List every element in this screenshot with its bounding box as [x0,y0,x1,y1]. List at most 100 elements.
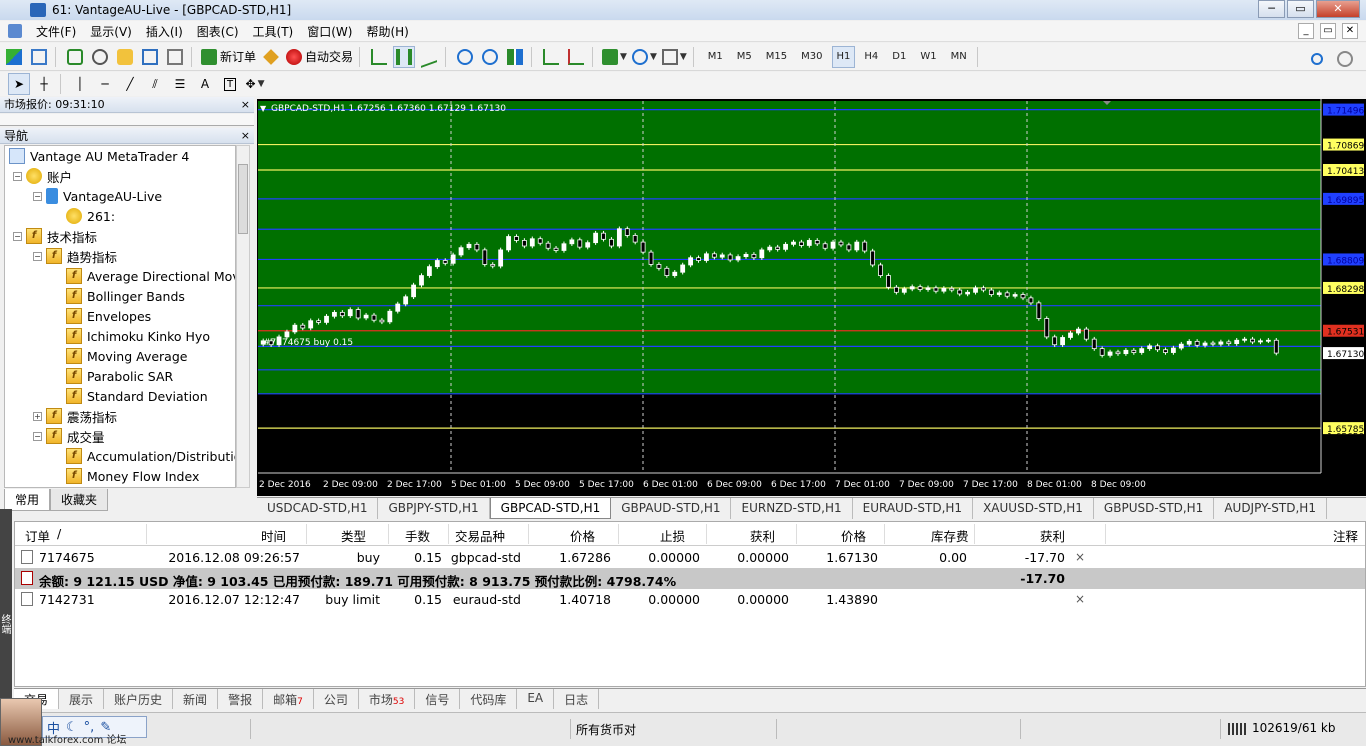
tile-windows-button[interactable] [504,46,526,68]
data-window-button[interactable] [89,46,111,68]
terminal-tab[interactable]: 展示 [59,689,105,709]
metaeditor-button[interactable] [260,46,282,68]
menu-charts[interactable]: 图表(C) [197,23,239,40]
arrows-tool[interactable]: ✥ ▼ [244,73,266,95]
zoom-in-button[interactable] [454,46,476,68]
connection-status[interactable]: 102619/61 kb [1228,721,1336,735]
timeframe-h1[interactable]: H1 [831,45,856,68]
timeframe-d1[interactable]: D1 [887,46,911,68]
menu-tools[interactable]: 工具(T) [253,23,294,40]
tab-favorites[interactable]: 收藏夹 [50,489,109,511]
menu-view[interactable]: 显示(V) [90,23,132,40]
navigator-item[interactable]: − 账户 [13,166,72,186]
terminal-tab[interactable]: 日志 [554,689,600,709]
order-row[interactable]: 7142731 2016.12.07 12:12:47 buy limit 0.15 e… [15,589,1365,610]
collapse-icon[interactable]: − [13,171,22,181]
new-chart-button[interactable] [3,46,25,68]
column-header[interactable]: 获利 [1040,526,1065,545]
collapse-icon[interactable]: − [33,191,42,201]
menu-insert[interactable]: 插入(I) [146,23,183,40]
terminal-tab[interactable]: 市场53 [359,689,416,709]
menu-file[interactable]: 文件(F) [36,23,76,40]
chart-canvas[interactable]: GBPCAD-STD,H1 1.67256 1.67360 1.67129 1.… [257,99,1366,496]
market-watch-button[interactable] [64,46,86,68]
auto-trading-button[interactable]: 自动交易 [285,46,354,68]
templates-button[interactable]: ▼ [661,46,688,68]
timeframe-m5[interactable]: M5 [732,46,757,68]
text-tool[interactable]: A [194,73,216,95]
profiles-button[interactable] [28,46,50,68]
tab-common[interactable]: 常用 [4,489,51,511]
column-header[interactable]: / [57,526,61,541]
terminal-tab[interactable]: 公司 [314,689,359,709]
navigator-item[interactable]: f Average Directional Movement Index [53,266,235,286]
navigator-item[interactable]: − f 趋势指标 [33,246,117,266]
vertical-line-tool[interactable]: │ [69,73,91,95]
mdi-close-button[interactable]: ✕ [1342,23,1358,39]
terminal-tab[interactable]: EA [517,689,555,709]
bar-chart-button[interactable] [368,46,390,68]
chart-tab[interactable]: USDCAD-STD,H1 [257,498,379,519]
zoom-out-button[interactable] [479,46,501,68]
navigator-item[interactable]: − f 技术指标 [13,226,97,246]
column-header[interactable]: 止损 [660,526,685,545]
chart-tab[interactable]: GBPUSD-STD,H1 [1094,498,1215,519]
timeframe-h4[interactable]: H4 [859,46,883,68]
terminal-tab[interactable]: 新闻 [173,689,219,709]
timeframe-w1[interactable]: W1 [915,46,941,68]
profile-status[interactable]: 所有货币对 [576,721,636,738]
column-header[interactable]: 价格 [570,526,595,545]
navigator-item[interactable]: − f 成交量 [33,426,105,446]
indicators-button[interactable]: ▼ [601,46,628,68]
column-header[interactable]: 获利 [750,526,775,545]
navigator-scrollbar[interactable] [236,145,250,488]
chart-tab[interactable]: GBPJPY-STD,H1 [378,498,490,519]
menu-window[interactable]: 窗口(W) [307,23,352,40]
timeframe-m15[interactable]: M15 [761,46,792,68]
chart-tab[interactable]: XAUUSD-STD,H1 [973,498,1094,519]
navigator-item[interactable]: f Envelopes [53,306,151,326]
navigator-item[interactable]: f Ichimoku Kinko Hyo [53,326,210,346]
navigator-item[interactable]: f Accumulation/Distribution [53,446,235,466]
navigator-close-button[interactable]: × [241,128,250,144]
navigator-item[interactable]: − VantageAU-Live [33,186,162,206]
navigator-item[interactable]: f Standard Deviation [53,386,208,406]
market-watch-tabs[interactable] [0,114,254,126]
navigator-item[interactable]: Vantage AU MetaTrader 4 [9,146,189,166]
chat-button[interactable] [1334,48,1356,70]
order-row[interactable]: 7174675 2016.12.08 09:26:57 buy 0.15 gbpcad-… [15,547,1365,568]
column-header[interactable]: 订单 [25,526,50,545]
auto-scroll-button[interactable] [540,46,562,68]
column-header[interactable]: 注释 [1333,526,1358,545]
minimize-button[interactable]: ─ [1258,0,1285,18]
scrollbar-thumb[interactable] [238,164,248,234]
terminal-tab[interactable]: 代码库 [460,689,518,709]
horizontal-line-tool[interactable]: ─ [94,73,116,95]
timeframe-m30[interactable]: M30 [796,46,827,68]
crosshair-tool[interactable]: ┼ [33,73,55,95]
cursor-tool[interactable]: ➤ [8,73,30,95]
chart-tab[interactable]: EURNZD-STD,H1 [731,498,853,519]
periods-button[interactable]: ▼ [631,46,658,68]
chart-tab[interactable]: EURAUD-STD,H1 [853,498,974,519]
chart-tab[interactable]: GBPAUD-STD,H1 [611,498,732,519]
mdi-restore-button[interactable]: ▭ [1320,23,1336,39]
collapse-icon[interactable]: − [13,231,22,241]
navigator-item[interactable]: f Parabolic SAR [53,366,173,386]
chart-tab[interactable]: AUDJPY-STD,H1 [1214,498,1327,519]
expand-icon[interactable]: + [33,411,42,421]
chart-tab[interactable]: GBPCAD-STD,H1 [489,498,612,519]
equidistant-channel-tool[interactable]: ⫽ [144,73,166,95]
chart-shift-button[interactable] [565,46,587,68]
terminal-button[interactable] [139,46,161,68]
price-chart[interactable]: GBPCAD-STD,H1 1.67256 1.67360 1.67129 1.… [257,99,1366,496]
column-header[interactable]: 库存费 [931,526,969,545]
strategy-tester-button[interactable] [164,46,186,68]
candlestick-button[interactable] [393,45,416,68]
close-button[interactable]: ✕ [1316,0,1360,18]
column-header[interactable]: 时间 [261,526,286,545]
close-order-icon[interactable]: × [1075,592,1085,606]
navigator-button[interactable] [114,46,136,68]
timeframe-m1[interactable]: M1 [703,46,728,68]
navigator-item[interactable]: + f 震荡指标 [33,406,117,426]
